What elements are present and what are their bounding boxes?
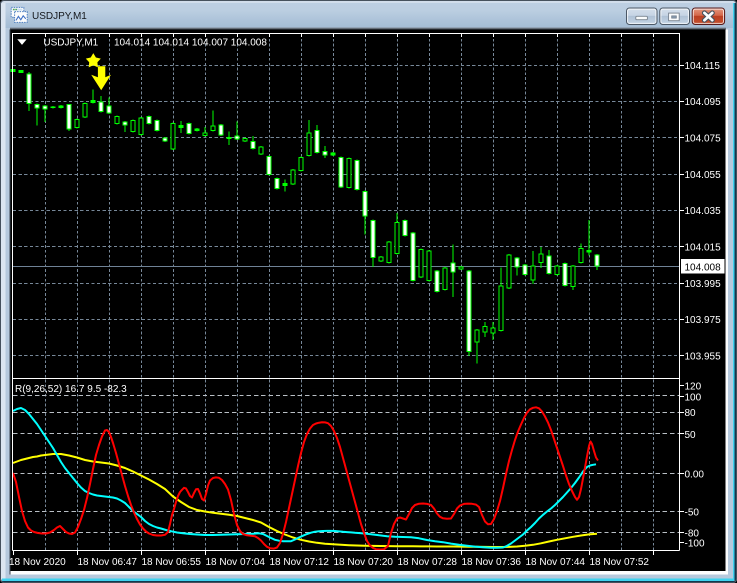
svg-text:50: 50: [685, 430, 697, 441]
svg-text:18 Nov 07:44: 18 Nov 07:44: [526, 557, 586, 568]
svg-text:103.995: 103.995: [685, 279, 722, 290]
svg-text:18 Nov 07:52: 18 Nov 07:52: [590, 557, 650, 568]
svg-text:0.00: 0.00: [685, 469, 705, 480]
svg-text:18 Nov 06:55: 18 Nov 06:55: [142, 557, 202, 568]
svg-text:-50: -50: [685, 507, 700, 518]
svg-text:18 Nov 07:04: 18 Nov 07:04: [206, 557, 266, 568]
svg-text:USDJPY,M1: USDJPY,M1: [32, 11, 87, 22]
svg-text:-100: -100: [685, 539, 705, 550]
svg-text:120: 120: [685, 382, 702, 393]
svg-text:104.075: 104.075: [685, 134, 722, 145]
svg-text:103.975: 103.975: [685, 315, 722, 326]
svg-text:104.008: 104.008: [685, 262, 722, 273]
svg-text:18 Nov 06:47: 18 Nov 06:47: [78, 557, 138, 568]
svg-text:18 Nov 07:36: 18 Nov 07:36: [462, 557, 522, 568]
svg-text:R(9,26,52) 16.7 9.5 -82.3: R(9,26,52) 16.7 9.5 -82.3: [15, 384, 127, 395]
svg-text:100: 100: [685, 393, 702, 404]
svg-text:18 Nov 2020: 18 Nov 2020: [9, 557, 66, 568]
svg-text:USDJPY,M1: USDJPY,M1: [43, 38, 98, 49]
svg-text:104.095: 104.095: [685, 97, 722, 108]
svg-text:103.955: 103.955: [685, 352, 722, 363]
svg-text:104.115: 104.115: [685, 61, 721, 72]
svg-text:104.035: 104.035: [685, 206, 722, 217]
svg-text:18 Nov 07:12: 18 Nov 07:12: [270, 557, 330, 568]
svg-text:104.014 104.014 104.007 104.00: 104.014 104.014 104.007 104.008: [114, 38, 267, 49]
svg-text:80: 80: [685, 408, 697, 419]
svg-text:104.055: 104.055: [685, 170, 722, 181]
svg-text:18 Nov 07:20: 18 Nov 07:20: [334, 557, 394, 568]
svg-text:104.015: 104.015: [685, 243, 722, 254]
svg-text:18 Nov 07:28: 18 Nov 07:28: [398, 557, 458, 568]
